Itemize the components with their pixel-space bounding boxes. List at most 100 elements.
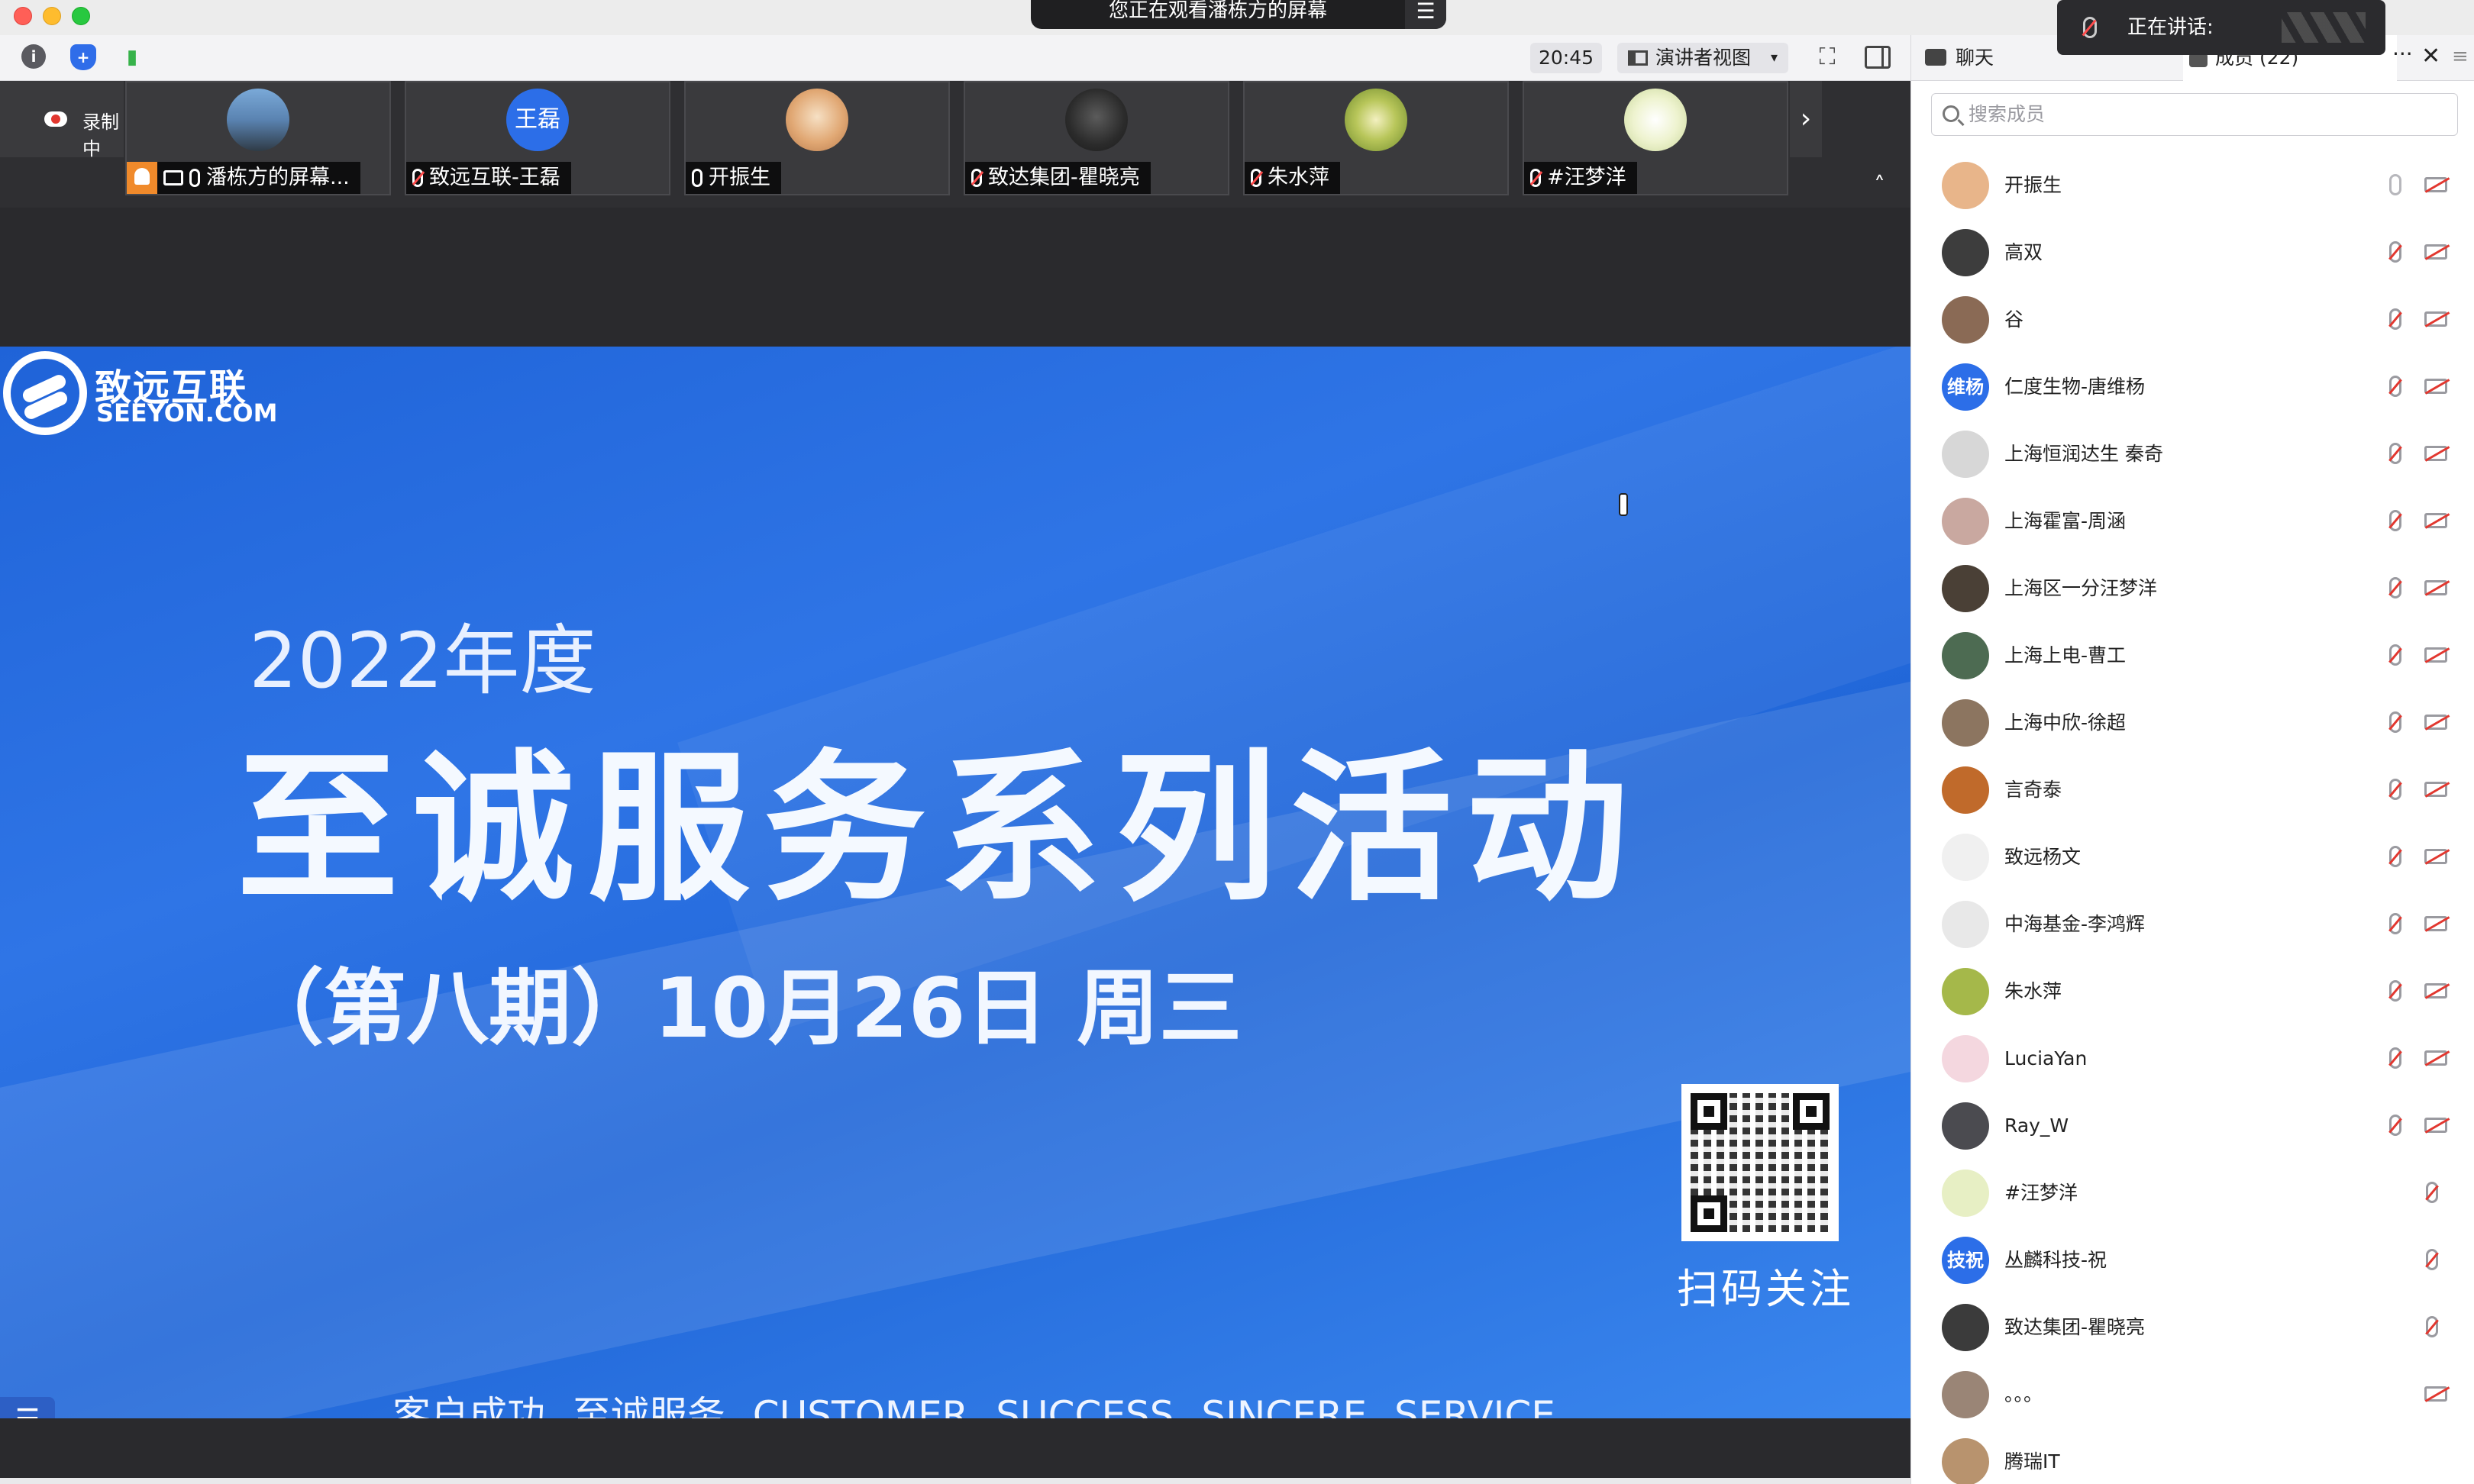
- member-row[interactable]: Ray_W: [1911, 1092, 2474, 1159]
- window-minimize-button[interactable]: [43, 7, 61, 25]
- close-icon[interactable]: ✕: [2421, 35, 2440, 78]
- member-row[interactable]: 致远杨文: [1911, 823, 2474, 890]
- camera-off-icon[interactable]: [2424, 580, 2447, 595]
- member-row[interactable]: #汪梦洋: [1911, 1159, 2474, 1226]
- member-row[interactable]: 上海上电-曹工: [1911, 621, 2474, 689]
- info-icon[interactable]: i: [21, 44, 46, 69]
- camera-off-icon[interactable]: [2424, 849, 2447, 864]
- qr-finder: [1691, 1093, 1727, 1130]
- viewing-screen-text: 您正在观看潘栋方的屏幕: [1108, 0, 1327, 22]
- tile-name: 致达集团-瞿晓亮: [988, 166, 1140, 189]
- participant-tile[interactable]: 致达集团-瞿晓亮: [964, 81, 1229, 195]
- member-row[interactable]: 高双: [1911, 218, 2474, 286]
- member-row[interactable]: 上海恒润达生 秦奇: [1911, 420, 2474, 487]
- slide-list-icon[interactable]: ☰: [0, 1397, 55, 1418]
- member-row[interactable]: 开振生: [1911, 151, 2474, 218]
- microphone-muted-icon[interactable]: [2389, 846, 2401, 867]
- camera-off-icon[interactable]: [2424, 983, 2447, 998]
- window-close-button[interactable]: [14, 7, 32, 25]
- chevron-right-icon[interactable]: ›: [1790, 81, 1822, 157]
- microphone-muted-icon[interactable]: [2389, 1115, 2401, 1136]
- participant-tile[interactable]: #汪梦洋: [1523, 81, 1788, 195]
- recording-indicator: 录制中: [0, 81, 124, 160]
- camera-off-icon[interactable]: [2424, 513, 2447, 528]
- microphone-muted-icon: [1251, 169, 1261, 187]
- network-signal-icon[interactable]: ▮: [119, 44, 145, 70]
- camera-off-icon[interactable]: [2424, 1118, 2447, 1133]
- microphone-muted-icon[interactable]: [2389, 913, 2401, 934]
- side-panel: 聊天 成员 (22) ··· ✕ ≡ 搜索成员 开振生 高双谷维杨 仁度生物-唐维杨…: [1910, 35, 2474, 1484]
- camera-off-icon[interactable]: [2424, 177, 2447, 192]
- fullscreen-icon[interactable]: ⛶: [1814, 44, 1840, 70]
- member-row[interactable]: 维杨 仁度生物-唐维杨: [1911, 353, 2474, 420]
- microphone-muted-icon[interactable]: [2426, 1249, 2438, 1270]
- microphone-muted-icon[interactable]: [2426, 1182, 2438, 1203]
- tile-name-bar: 开振生: [686, 162, 781, 194]
- camera-off-icon[interactable]: [2424, 446, 2447, 461]
- member-row[interactable]: 致达集团-瞿晓亮: [1911, 1293, 2474, 1360]
- list-menu-icon[interactable]: ≡: [2452, 35, 2469, 78]
- microphone-muted-icon[interactable]: [2389, 779, 2401, 800]
- member-row[interactable]: 技祝 丛麟科技-祝: [1911, 1226, 2474, 1293]
- member-row[interactable]: 腾瑞IT: [1911, 1428, 2474, 1484]
- avatar: 维杨: [1942, 363, 1989, 411]
- screen-share-icon: [163, 170, 183, 186]
- qr-finder: [1691, 1195, 1727, 1232]
- microphone-muted-icon[interactable]: [2389, 241, 2401, 263]
- speaking-indicator: 正在讲话:: [2057, 0, 2385, 55]
- slide-title: 至诚服务系列活动: [237, 734, 1642, 923]
- toggle-sidebar-icon[interactable]: [1865, 46, 1891, 69]
- microphone-muted-icon[interactable]: [2389, 711, 2401, 733]
- more-options-icon[interactable]: ···: [2392, 35, 2413, 73]
- camera-off-icon[interactable]: [2424, 647, 2447, 663]
- member-row[interactable]: LuciaYan: [1911, 1024, 2474, 1092]
- member-row[interactable]: 上海中欣-徐超: [1911, 689, 2474, 756]
- member-search-input[interactable]: 搜索成员: [1931, 93, 2458, 136]
- camera-off-icon[interactable]: [2424, 244, 2447, 260]
- camera-off-icon[interactable]: [2424, 311, 2447, 327]
- participant-tile[interactable]: 王磊 致远互联-王磊: [405, 81, 670, 195]
- avatar: [1942, 1304, 1989, 1351]
- microphone-muted-icon[interactable]: [2389, 577, 2401, 598]
- member-name: #汪梦洋: [2004, 1182, 2078, 1204]
- member-row[interactable]: 朱水萍: [1911, 957, 2474, 1024]
- avatar: [1942, 296, 1989, 344]
- microphone-muted-icon[interactable]: [2389, 376, 2401, 397]
- seeyon-logo-icon: [3, 351, 87, 435]
- avatar: 技祝: [1942, 1237, 1989, 1284]
- microphone-muted-icon[interactable]: [2389, 443, 2401, 464]
- microphone-muted-icon[interactable]: [2389, 980, 2401, 1002]
- microphone-muted-icon[interactable]: [2426, 1316, 2438, 1337]
- window-maximize-button[interactable]: [72, 7, 90, 25]
- tab-chat[interactable]: 聊天: [1925, 35, 1994, 81]
- member-row[interactable]: 谷: [1911, 286, 2474, 353]
- chevron-up-icon[interactable]: ˄: [1874, 173, 1885, 199]
- camera-off-icon[interactable]: [2424, 916, 2447, 931]
- security-shield-icon[interactable]: +: [70, 44, 96, 70]
- viewing-menu-button[interactable]: ☰: [1405, 0, 1446, 29]
- participant-tile[interactable]: 潘栋方的屏幕...: [125, 81, 391, 195]
- member-row[interactable]: 上海区一分汪梦洋: [1911, 554, 2474, 621]
- view-mode-dropdown[interactable]: 演讲者视图 ▾: [1617, 43, 1788, 73]
- microphone-muted-icon[interactable]: [2389, 1047, 2401, 1069]
- member-name: 朱水萍: [2004, 980, 2062, 1002]
- microphone-icon[interactable]: [2389, 174, 2401, 195]
- participant-tile[interactable]: 朱水萍: [1243, 81, 1509, 195]
- member-row[interactable]: 中海基金-李鸿辉: [1911, 890, 2474, 957]
- camera-off-icon[interactable]: [2424, 379, 2447, 394]
- member-row[interactable]: 。。。: [1911, 1360, 2474, 1428]
- tab-chat-label: 聊天: [1956, 47, 1994, 69]
- camera-off-icon[interactable]: [2424, 1050, 2447, 1066]
- member-name: 上海中欣-徐超: [2004, 711, 2127, 734]
- member-row[interactable]: 言奇泰: [1911, 756, 2474, 823]
- microphone-muted-icon[interactable]: [2389, 644, 2401, 666]
- camera-off-icon[interactable]: [2424, 782, 2447, 797]
- microphone-muted-icon[interactable]: [2389, 308, 2401, 330]
- participant-tile[interactable]: 开振生: [684, 81, 950, 195]
- camera-off-icon[interactable]: [2424, 1386, 2447, 1402]
- avatar: [1942, 162, 1989, 209]
- microphone-muted-icon[interactable]: [2389, 510, 2401, 531]
- member-row[interactable]: 上海霍富-周涵: [1911, 487, 2474, 554]
- camera-off-icon[interactable]: [2424, 715, 2447, 730]
- microphone-muted-icon: [1530, 169, 1541, 187]
